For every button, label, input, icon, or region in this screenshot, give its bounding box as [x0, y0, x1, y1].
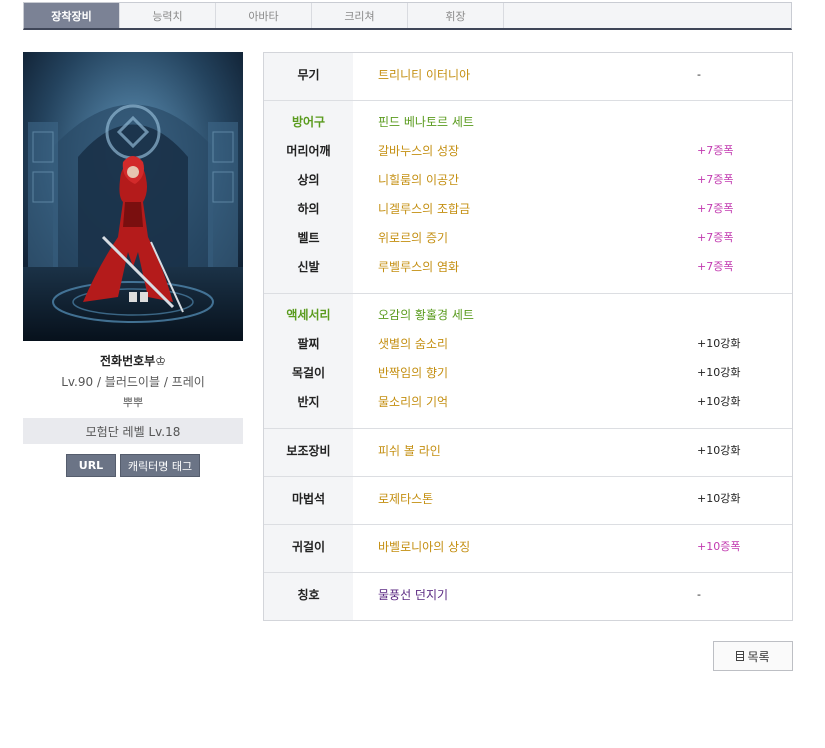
slot-label: 귀걸이: [291, 540, 326, 554]
slot-label: 팔찌: [297, 337, 320, 351]
item-name[interactable]: 피쉬 볼 라인: [378, 441, 441, 461]
equipment-row: 머리어깨 갈바누스의 성장 +7증폭: [264, 141, 792, 161]
upgrade-value: +10강화: [697, 444, 741, 457]
equipment-row: 마법석 로제타스톤 +10강화: [264, 489, 792, 509]
item-name[interactable]: 샛별의 숨소리: [378, 334, 448, 354]
equipment-row: 하의 니겔루스의 조합금 +7증폭: [264, 199, 792, 219]
item-name[interactable]: 갈바누스의 성장: [378, 141, 459, 161]
upgrade-value: +7증폭: [697, 144, 734, 157]
title-group: 칭호 물풍선 던지기 -: [264, 573, 792, 620]
character-tag-button[interactable]: 캐릭터명 태그: [120, 454, 200, 477]
upgrade-value: +7증폭: [697, 173, 734, 186]
upgrade-value: +10강화: [697, 366, 741, 379]
character-guild: 뿌뿌: [122, 396, 144, 409]
character-info: Lv.90 / 블러드이블 / 프레이: [61, 375, 205, 389]
url-button[interactable]: URL: [66, 454, 116, 477]
sub-equipment-group: 보조장비 피쉬 볼 라인 +10강화: [264, 429, 792, 477]
tab-avatar[interactable]: 아바타: [216, 3, 312, 28]
slot-label: 반지: [297, 395, 320, 409]
equipment-row: 반지 물소리의 기억 +10강화: [264, 392, 792, 412]
equipment-row: 보조장비 피쉬 볼 라인 +10강화: [264, 441, 792, 461]
equipment-row: 벨트 위로르의 증기 +7증폭: [264, 228, 792, 248]
item-name[interactable]: 니힐룸의 이공간: [378, 170, 459, 190]
upgrade-value: +10증폭: [697, 540, 741, 553]
set-row: 액세서리 오감의 황홀경 세트: [264, 305, 792, 325]
item-name[interactable]: 트리니티 이터니아: [378, 65, 470, 85]
accessory-label: 액세서리: [286, 308, 331, 322]
slot-label: 머리어깨: [286, 144, 331, 158]
tab-bar: 장착장비 능력치 아바타 크리쳐 휘장: [23, 2, 792, 30]
equipment-row: 신발 루벨루스의 염화 +7증폭: [264, 257, 792, 277]
list-button-label: 목록: [747, 649, 770, 664]
upgrade-value: +7증폭: [697, 231, 734, 244]
equipment-row: 귀걸이 바벨로니아의 상징 +10증폭: [264, 537, 792, 557]
list-icon: [736, 651, 745, 661]
slot-label: 목걸이: [291, 366, 326, 380]
equipment-row: 칭호 물풍선 던지기 -: [264, 585, 792, 605]
equipment-row: 무기 트리니티 이터니아 -: [264, 65, 792, 85]
tab-equipment[interactable]: 장착장비: [24, 3, 120, 28]
item-name[interactable]: 루벨루스의 염화: [378, 257, 459, 277]
upgrade-value: +10강화: [697, 337, 741, 350]
slot-label: 마법석: [291, 492, 326, 506]
slot-label: 상의: [297, 173, 320, 187]
upgrade-value: +10강화: [697, 492, 741, 505]
earring-group: 귀걸이 바벨로니아의 상징 +10증폭: [264, 525, 792, 573]
weapon-group: 무기 트리니티 이터니아 -: [264, 53, 792, 101]
character-name: 전화번호부♔: [100, 354, 166, 368]
item-name[interactable]: 위로르의 증기: [378, 228, 448, 248]
item-name[interactable]: 물소리의 기억: [378, 392, 448, 412]
upgrade-value: +7증폭: [697, 260, 734, 273]
slot-label: 벨트: [297, 231, 320, 245]
magic-stone-group: 마법석 로제타스톤 +10강화: [264, 477, 792, 525]
item-name[interactable]: 물풍선 던지기: [378, 585, 448, 605]
set-name[interactable]: 오감의 황홀경 세트: [378, 305, 474, 325]
equipment-row: 상의 니힐룸의 이공간 +7증폭: [264, 170, 792, 190]
tab-emblem[interactable]: 휘장: [408, 3, 504, 28]
character-image: [23, 52, 243, 341]
slot-label: 무기: [297, 68, 320, 82]
slot-label: 신발: [297, 260, 320, 274]
upgrade-value: -: [697, 68, 701, 81]
armor-group: 방어구 핀드 베나토르 세트 머리어깨 갈바누스의 성장 +7증폭 상의 니힐룸…: [264, 101, 792, 294]
armor-label: 방어구: [291, 115, 326, 129]
upgrade-value: +7증폭: [697, 202, 734, 215]
character-illustration: [23, 52, 243, 341]
set-name[interactable]: 핀드 베나토르 세트: [378, 112, 474, 132]
slot-label: 보조장비: [286, 444, 331, 458]
accessory-group: 액세서리 오감의 황홀경 세트 팔찌 샛별의 숨소리 +10강화 목걸이 반짝임…: [264, 294, 792, 429]
equipment-row: 팔찌 샛별의 숨소리 +10강화: [264, 334, 792, 354]
adventure-level: 모험단 레벨 Lv.18: [23, 418, 243, 444]
item-name[interactable]: 니겔루스의 조합금: [378, 199, 470, 219]
slot-label: 하의: [297, 202, 320, 216]
list-button[interactable]: 목록: [713, 641, 793, 671]
slot-label: 칭호: [297, 588, 320, 602]
equipment-row: 목걸이 반짝임의 향기 +10강화: [264, 363, 792, 383]
item-name[interactable]: 반짝임의 향기: [378, 363, 448, 383]
item-name[interactable]: 바벨로니아의 상징: [378, 537, 470, 557]
item-name[interactable]: 로제타스톤: [378, 489, 433, 509]
tab-stats[interactable]: 능력치: [120, 3, 216, 28]
upgrade-value: -: [697, 588, 701, 601]
equipment-table: 무기 트리니티 이터니아 - 방어구 핀드 베나토르 세트 머리어깨 갈바누스의…: [263, 52, 793, 621]
tab-creature[interactable]: 크리쳐: [312, 3, 408, 28]
upgrade-value: +10강화: [697, 395, 741, 408]
set-row: 방어구 핀드 베나토르 세트: [264, 112, 792, 132]
